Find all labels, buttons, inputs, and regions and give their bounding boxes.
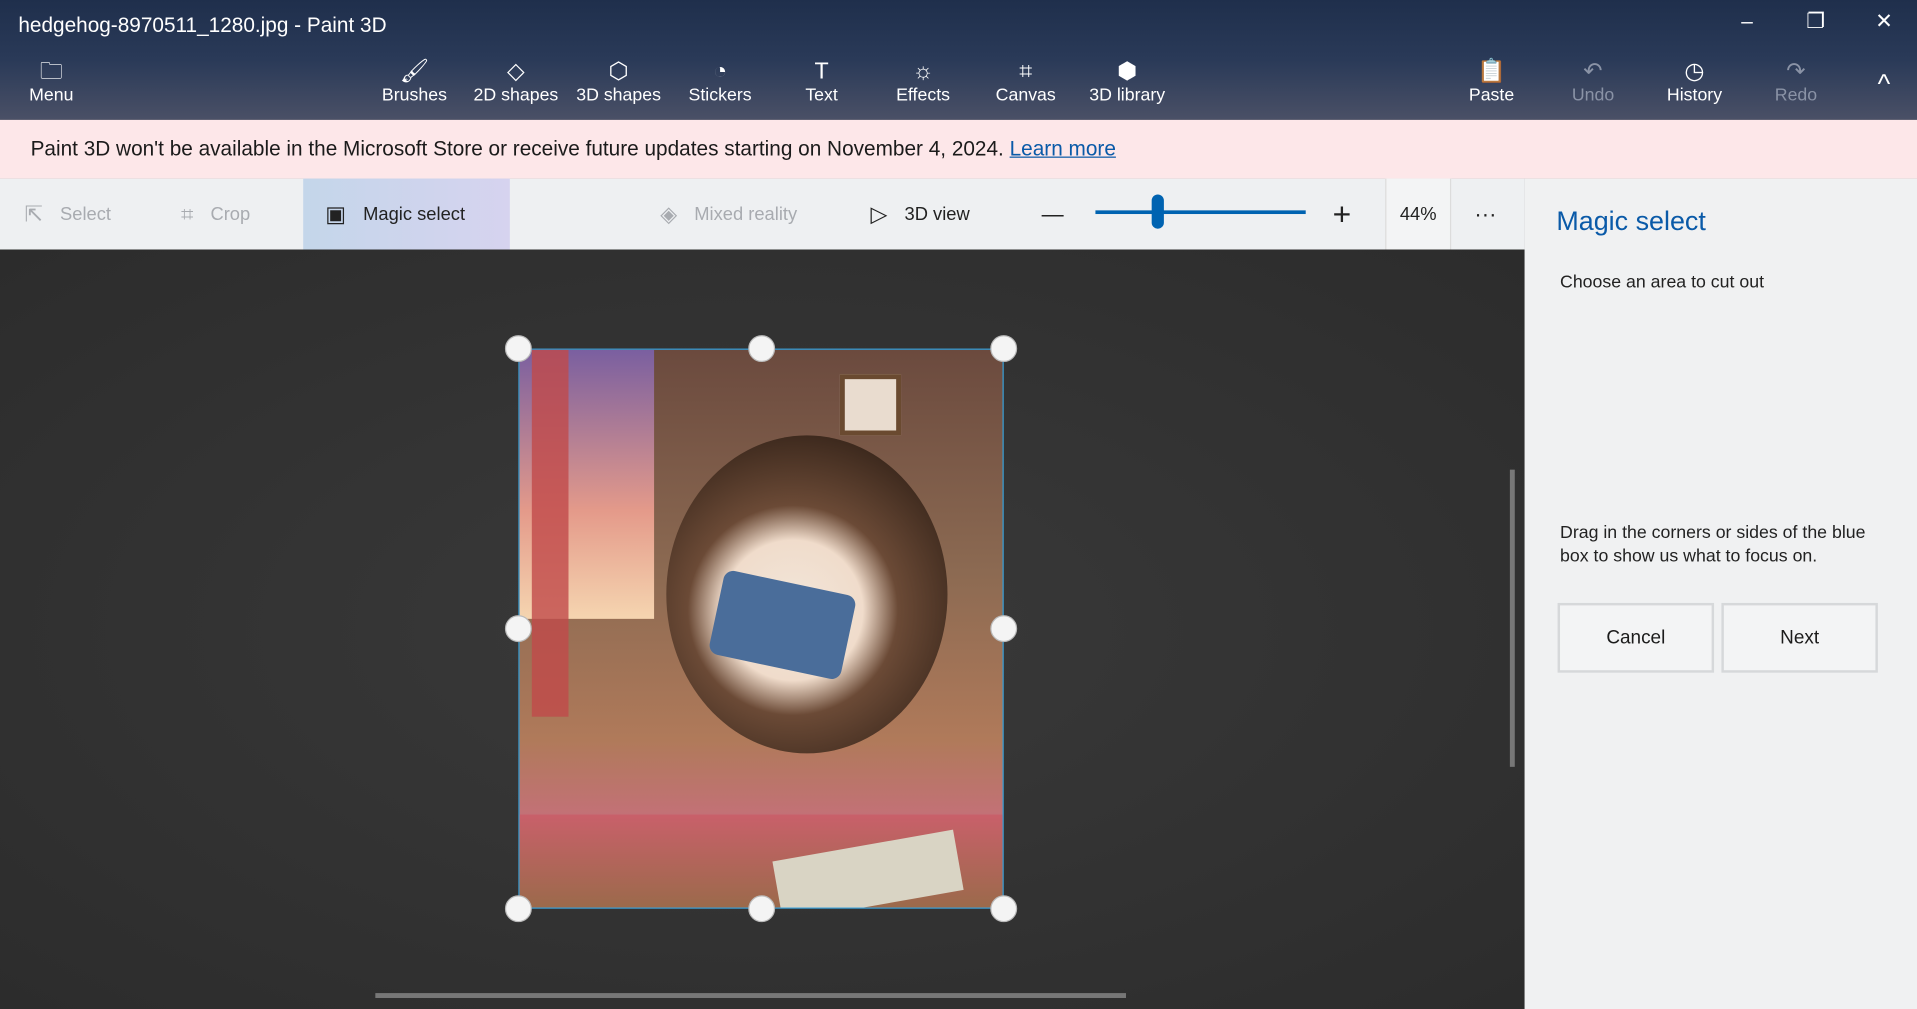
crop-button[interactable]: ⌗ Crop bbox=[181, 179, 250, 250]
3d-library-icon: ⬢ bbox=[1117, 58, 1138, 85]
panel-title: Magic select bbox=[1556, 205, 1706, 237]
history-button[interactable]: ◷ History bbox=[1646, 59, 1744, 105]
canvas-area[interactable] bbox=[0, 249, 1525, 1009]
panel-hint: Drag in the corners or sides of the blue… bbox=[1560, 523, 1866, 567]
hedgehog-image bbox=[518, 348, 1004, 909]
resize-handle[interactable] bbox=[748, 895, 776, 923]
vertical-scrollbar[interactable] bbox=[1509, 469, 1515, 767]
tool-3d-shapes[interactable]: ⬡ 3D shapes bbox=[564, 59, 674, 105]
collapse-toolbar-button[interactable]: ^ bbox=[1868, 68, 1900, 100]
cursor-icon: ⇱ bbox=[24, 201, 43, 226]
magic-select-button[interactable]: ▣ Magic select bbox=[303, 178, 510, 250]
learn-more-link[interactable]: Learn more bbox=[1010, 137, 1116, 160]
minimize-button[interactable]: – bbox=[1729, 10, 1766, 39]
3d-view-icon: ▷ bbox=[870, 201, 888, 226]
effects-icon: ☼ bbox=[912, 58, 934, 85]
3d-view-button[interactable]: ▷ 3D view bbox=[870, 179, 969, 250]
brush-icon: 🖌 bbox=[399, 58, 430, 85]
magic-select-icon: ▣ bbox=[325, 201, 347, 226]
close-button[interactable]: ✕ bbox=[1866, 10, 1903, 39]
tool-effects[interactable]: ☼ Effects bbox=[868, 59, 978, 105]
resize-handle[interactable] bbox=[990, 895, 1018, 923]
resize-handle[interactable] bbox=[504, 615, 532, 643]
title-bar: hedgehog-8970511_1280.jpg - Paint 3D – ❐… bbox=[0, 0, 1917, 120]
select-button[interactable]: ⇱ Select bbox=[24, 179, 111, 250]
cancel-button[interactable]: Cancel bbox=[1557, 602, 1715, 673]
redo-icon: ↷ bbox=[1786, 58, 1806, 85]
resize-handle[interactable] bbox=[748, 335, 776, 363]
mixed-reality-label: Mixed reality bbox=[694, 203, 798, 225]
tool-label: 3D library bbox=[1089, 85, 1166, 106]
paste-button[interactable]: 📋 Paste bbox=[1443, 59, 1541, 105]
folder-icon: 🗀 bbox=[39, 58, 63, 85]
magic-select-panel: Magic select Choose an area to cut out D… bbox=[1524, 178, 1917, 1009]
banner-text: Paint 3D won't be available in the Micro… bbox=[30, 136, 1004, 161]
tool-2d-shapes[interactable]: ◇ 2D shapes bbox=[461, 59, 571, 105]
paste-icon: 📋 bbox=[1477, 58, 1507, 85]
sub-toolbar: ⇱ Select ⌗ Crop ▣ Magic select ◈ Mixed reali… bbox=[0, 178, 1525, 250]
tool-label: Brushes bbox=[381, 85, 447, 106]
select-label: Select bbox=[60, 203, 112, 225]
history-icon: ◷ bbox=[1684, 58, 1705, 85]
tool-label: 3D shapes bbox=[576, 85, 661, 106]
restore-button[interactable]: ❐ bbox=[1797, 10, 1834, 39]
tool-label: Redo bbox=[1774, 85, 1818, 106]
deprecation-banner: Paint 3D won't be available in the Micro… bbox=[0, 119, 1917, 179]
tool-brushes[interactable]: 🖌 Brushes bbox=[359, 59, 469, 105]
redo-button[interactable]: ↷ Redo bbox=[1747, 59, 1845, 105]
zoom-in-button[interactable]: + bbox=[1333, 179, 1352, 250]
resize-handle[interactable] bbox=[504, 895, 532, 923]
magic-select-label: Magic select bbox=[363, 203, 466, 225]
tool-stickers[interactable]: ◔ Stickers bbox=[665, 59, 775, 105]
menu-label: Menu bbox=[29, 85, 74, 106]
canvas-icon: ⌗ bbox=[1019, 58, 1033, 85]
undo-icon: ↶ bbox=[1583, 58, 1603, 85]
3d-view-label: 3D view bbox=[904, 203, 970, 225]
more-options-button[interactable]: ··· bbox=[1474, 179, 1496, 250]
zoom-slider-thumb[interactable] bbox=[1152, 194, 1165, 229]
tool-label: Effects bbox=[896, 85, 950, 106]
undo-button[interactable]: ↶ Undo bbox=[1544, 59, 1642, 105]
zoom-out-button[interactable]: — bbox=[1042, 179, 1064, 250]
zoom-slider[interactable] bbox=[1095, 194, 1306, 229]
tool-label: Undo bbox=[1571, 85, 1615, 106]
crop-icon: ⌗ bbox=[180, 201, 194, 226]
horizontal-scrollbar[interactable] bbox=[375, 993, 1126, 998]
tool-label: Stickers bbox=[688, 85, 752, 106]
panel-subtitle: Choose an area to cut out bbox=[1560, 272, 1765, 293]
resize-handle[interactable] bbox=[990, 335, 1018, 363]
tool-canvas[interactable]: ⌗ Canvas bbox=[971, 59, 1081, 105]
menu-button[interactable]: 🗀 Menu bbox=[27, 59, 76, 105]
tool-text[interactable]: T Text bbox=[767, 59, 877, 105]
chevron-up-icon: ^ bbox=[1877, 68, 1891, 100]
tool-label: Canvas bbox=[995, 85, 1056, 106]
next-button[interactable]: Next bbox=[1721, 602, 1878, 673]
2d-shapes-icon: ◇ bbox=[506, 58, 525, 85]
crop-label: Crop bbox=[210, 203, 251, 225]
mixed-reality-icon: ◈ bbox=[660, 201, 678, 226]
resize-handle[interactable] bbox=[504, 335, 532, 363]
text-icon: T bbox=[814, 58, 829, 85]
window-title: hedgehog-8970511_1280.jpg - Paint 3D bbox=[18, 13, 387, 37]
tool-label: Text bbox=[805, 85, 838, 106]
3d-shapes-icon: ⬡ bbox=[608, 58, 629, 85]
sticker-icon: ◔ bbox=[713, 58, 728, 85]
mixed-reality-button[interactable]: ◈ Mixed reality bbox=[660, 179, 797, 250]
tool-label: 2D shapes bbox=[473, 85, 559, 106]
zoom-level[interactable]: 44% bbox=[1385, 178, 1452, 250]
tool-label: History bbox=[1666, 85, 1723, 106]
resize-handle[interactable] bbox=[990, 615, 1018, 643]
tool-label: Paste bbox=[1468, 85, 1515, 106]
tool-3d-library[interactable]: ⬢ 3D library bbox=[1072, 59, 1182, 105]
